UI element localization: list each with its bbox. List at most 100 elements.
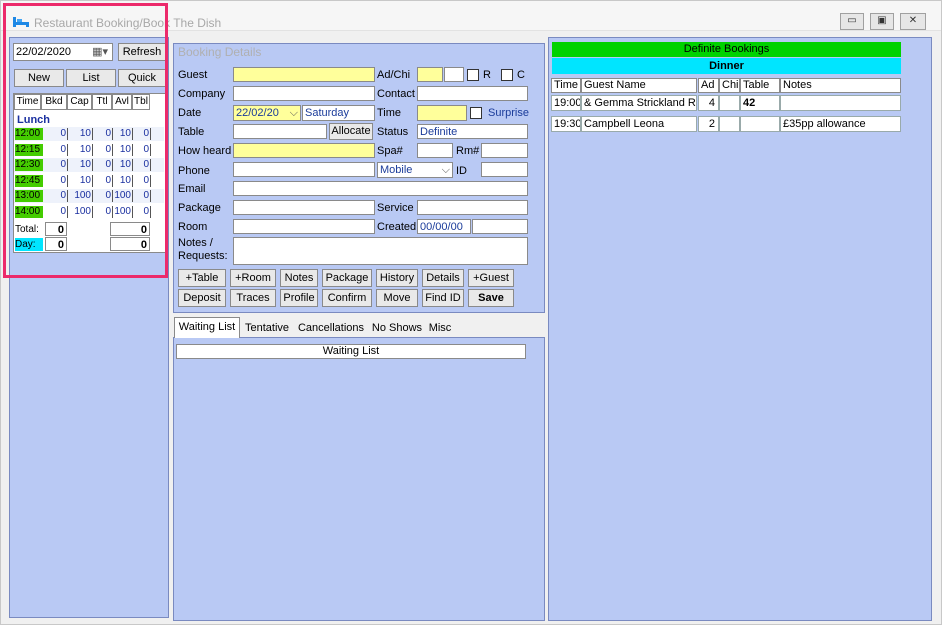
cell-divider: [132, 159, 133, 171]
room-field[interactable]: [233, 219, 375, 234]
booking-cell-notes[interactable]: [780, 95, 901, 111]
phone-type-select[interactable]: Mobile ⌵: [377, 162, 453, 178]
rm-field[interactable]: [481, 143, 528, 158]
cell-divider: [92, 174, 93, 187]
cell-divider: [132, 190, 133, 202]
booking-cell-ad[interactable]: 2: [698, 116, 719, 132]
day-value: 0: [45, 237, 67, 251]
cell-divider: [67, 205, 68, 218]
booking-date-field[interactable]: 22/02/20 ⌵: [233, 105, 301, 121]
booking-cell-time[interactable]: 19:00: [551, 95, 581, 111]
calendar-dropdown-icon: ▦▾: [92, 46, 108, 58]
room-button[interactable]: +Room: [230, 269, 276, 287]
adults-field[interactable]: [417, 67, 443, 82]
email-label: Email: [178, 183, 206, 195]
booking-cell-time[interactable]: 19:30: [551, 116, 581, 132]
bed-icon: [13, 17, 29, 27]
created-field: 00/00/00: [417, 219, 471, 234]
tab-tentative[interactable]: Tentative: [240, 319, 294, 337]
booking-date-value: 22/02/20: [236, 107, 279, 119]
contact-field[interactable]: [417, 86, 528, 101]
created-label: Created: [377, 221, 417, 233]
notes-field[interactable]: [233, 237, 528, 265]
status-field[interactable]: Definite: [417, 124, 528, 139]
booking-cell-notes[interactable]: £35pp allowance: [780, 116, 901, 132]
spa-field[interactable]: [417, 143, 453, 158]
time-cell[interactable]: 14:00: [15, 205, 43, 218]
contact-label: Contact: [377, 88, 415, 100]
booking-cell-chi[interactable]: [719, 116, 740, 132]
title-bar: Restaurant Booking/Book The Dish ▭ ▣ ✕: [1, 1, 941, 31]
quick-button[interactable]: Quick: [118, 69, 166, 87]
list-button[interactable]: List: [66, 69, 116, 87]
booking-cell-ad[interactable]: 4: [698, 95, 719, 111]
booking-cell-table[interactable]: 42: [740, 95, 780, 111]
col-header-notes: Notes: [780, 78, 901, 93]
notes-button[interactable]: Notes: [280, 269, 318, 287]
maximize-button[interactable]: ▣: [870, 13, 894, 30]
refresh-button[interactable]: Refresh: [118, 43, 166, 61]
time-cell[interactable]: 12:45: [15, 174, 43, 187]
room-label: Room: [178, 221, 208, 233]
details-button[interactable]: Details: [422, 269, 464, 287]
cell-bkd: 0: [60, 159, 66, 170]
booking-cell-guest[interactable]: & Gemma Strickland Rich: [581, 95, 697, 111]
tab-waiting-list[interactable]: Waiting List: [174, 317, 240, 338]
time-field[interactable]: [417, 105, 467, 121]
company-field[interactable]: [233, 86, 375, 101]
tab-no-shows[interactable]: No Shows: [368, 319, 426, 337]
booking-cell-guest[interactable]: Campbell Leona: [581, 116, 697, 132]
save-button[interactable]: Save: [468, 289, 514, 307]
table-field[interactable]: [233, 124, 327, 139]
tab-misc[interactable]: Misc: [426, 319, 454, 337]
adchi-label: Ad/Chi: [377, 69, 411, 81]
surprise-checkbox[interactable]: [470, 107, 482, 119]
find-id-button[interactable]: Find ID: [422, 289, 464, 307]
profile-button[interactable]: Profile: [280, 289, 318, 307]
r-checkbox[interactable]: [467, 69, 479, 81]
package-button[interactable]: Package: [322, 269, 372, 287]
date-picker[interactable]: 22/02/2020 ▦▾: [13, 43, 113, 61]
table-button[interactable]: +Table: [178, 269, 226, 287]
col-header-cap: Cap: [67, 94, 92, 110]
id-field[interactable]: [481, 162, 528, 177]
package-field[interactable]: [233, 200, 375, 215]
col-header-ttl: Ttl: [92, 94, 112, 110]
guest-field[interactable]: [233, 67, 375, 82]
meal-banner: Dinner: [552, 58, 901, 74]
new-button[interactable]: New: [14, 69, 64, 87]
booking-cell-table[interactable]: [740, 116, 780, 132]
chevron-down-icon[interactable]: ⌵: [290, 106, 298, 120]
tab-cancellations[interactable]: Cancellations: [294, 319, 368, 337]
service-field[interactable]: [417, 200, 528, 215]
traces-button[interactable]: Traces: [230, 289, 276, 307]
time-cell[interactable]: 12:30: [15, 159, 43, 171]
c-checkbox[interactable]: [501, 69, 513, 81]
close-button[interactable]: ✕: [900, 13, 926, 30]
deposit-button[interactable]: Deposit: [178, 289, 226, 307]
cell-bkd: 0: [60, 143, 66, 155]
day-label: Day:: [15, 238, 43, 251]
day-right-value: 0: [110, 237, 150, 251]
guest-button[interactable]: +Guest: [468, 269, 514, 287]
time-cell[interactable]: 13:00: [15, 190, 43, 202]
email-field[interactable]: [233, 181, 528, 196]
phone-label: Phone: [178, 165, 210, 177]
date-value: 22/02/2020: [16, 46, 72, 58]
minimize-button[interactable]: ▭: [840, 13, 864, 30]
history-button[interactable]: History: [376, 269, 418, 287]
time-cell[interactable]: 12:15: [15, 143, 43, 156]
booking-cell-chi[interactable]: [719, 95, 740, 111]
cell-divider: [92, 190, 93, 202]
move-button[interactable]: Move: [376, 289, 418, 307]
how-heard-field[interactable]: [233, 143, 375, 158]
chevron-down-icon[interactable]: ⌵: [442, 163, 450, 177]
confirm-button[interactable]: Confirm: [322, 289, 372, 307]
phone-type-value: Mobile: [380, 164, 413, 176]
cell-ttl: 0: [105, 143, 111, 155]
phone-field[interactable]: [233, 162, 375, 177]
children-field[interactable]: [444, 67, 464, 82]
surprise-label: Surprise: [488, 107, 529, 119]
allocate-button[interactable]: Allocate: [329, 123, 373, 140]
time-cell[interactable]: 12:00: [15, 128, 43, 140]
